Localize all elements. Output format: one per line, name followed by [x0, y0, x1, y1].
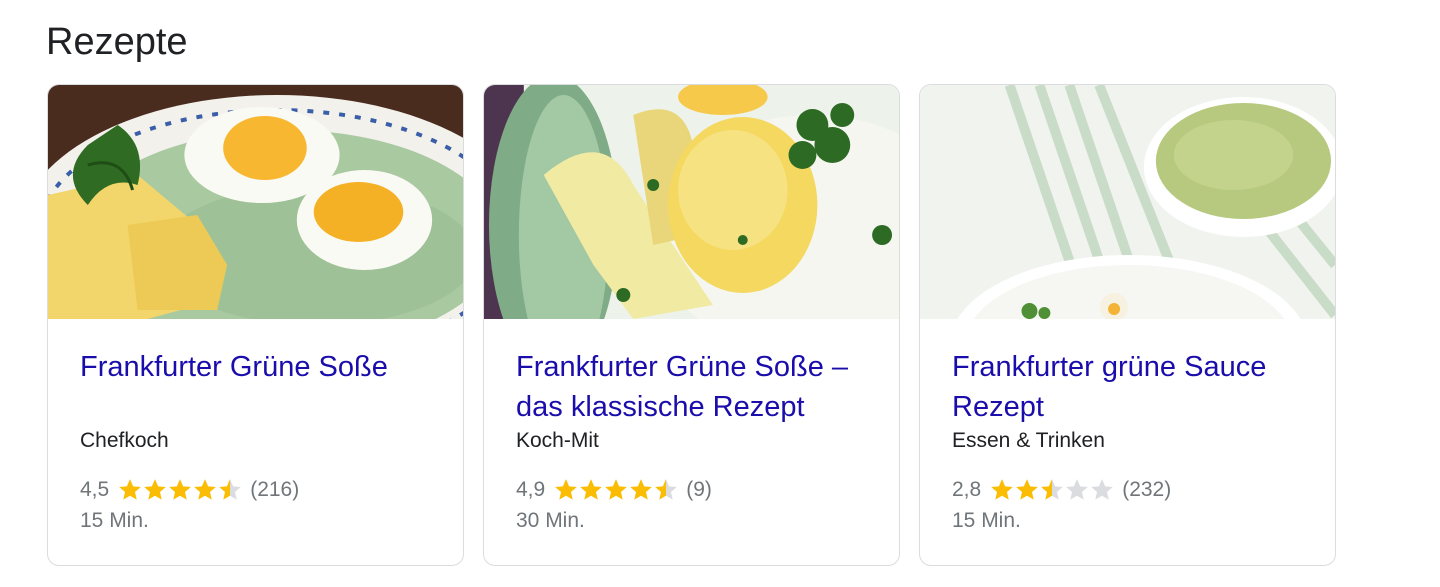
recipe-image[interactable]: [920, 85, 1335, 319]
star-full-icon: [169, 479, 192, 500]
rating-row: 4,5 (216): [80, 477, 299, 503]
star-full-icon: [144, 479, 167, 500]
star-full-icon: [605, 479, 628, 500]
star-full-icon: [555, 479, 578, 500]
star-empty-icon: [1066, 479, 1089, 500]
star-rating: [117, 477, 242, 503]
star-half-icon: [1041, 479, 1064, 500]
recipe-title-link[interactable]: Frankfurter grüne Sauce Rezept: [952, 347, 1313, 427]
cooking-time: 30 Min.: [516, 509, 585, 532]
review-count: (9): [686, 478, 712, 501]
star-half-icon: [655, 479, 678, 500]
cooking-time: 15 Min.: [952, 509, 1021, 532]
recipe-card[interactable]: Frankfurter Grüne Soße – das klassische …: [483, 84, 900, 566]
rating-row: 2,8 (232): [952, 477, 1171, 503]
recipe-image[interactable]: [484, 85, 899, 319]
rating-value: 2,8: [952, 478, 982, 501]
recipe-source: Chefkoch: [80, 429, 169, 452]
star-rating: [553, 477, 678, 503]
recipe-source: Essen & Trinken: [952, 429, 1105, 452]
recipe-source: Koch-Mit: [516, 429, 599, 452]
star-rating: [989, 477, 1114, 503]
star-full-icon: [991, 479, 1014, 500]
star-full-icon: [119, 479, 142, 500]
rating-value: 4,9: [516, 478, 546, 501]
recipe-title-link[interactable]: Frankfurter Grüne Soße: [80, 347, 441, 387]
recipe-image[interactable]: [48, 85, 463, 319]
rating-row: 4,9 (9): [516, 477, 712, 503]
rating-value: 4,5: [80, 478, 110, 501]
star-full-icon: [194, 479, 217, 500]
star-empty-icon: [1091, 479, 1114, 500]
star-half-icon: [219, 479, 242, 500]
cooking-time: 15 Min.: [80, 509, 149, 532]
recipe-title-link[interactable]: Frankfurter Grüne Soße – das klassische …: [516, 347, 877, 427]
recipe-card[interactable]: Frankfurter grüne Sauce Rezept Essen & T…: [919, 84, 1336, 566]
star-full-icon: [580, 479, 603, 500]
review-count: (216): [250, 478, 300, 501]
recipe-card[interactable]: Frankfurter Grüne Soße Chefkoch 4,5 (216…: [47, 84, 464, 566]
section-title: Rezepte: [46, 21, 188, 63]
star-full-icon: [630, 479, 653, 500]
star-full-icon: [1016, 479, 1039, 500]
review-count: (232): [1122, 478, 1172, 501]
